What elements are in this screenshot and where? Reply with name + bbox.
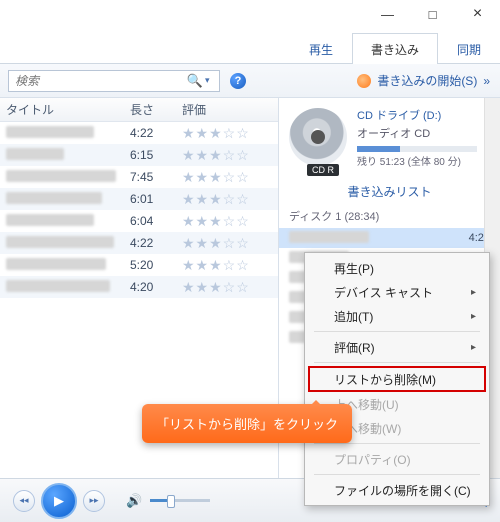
chevron-right-icon: »: [483, 74, 490, 88]
search-box[interactable]: 🔍 ▾: [8, 70, 220, 92]
cd-type-label: オーディオ CD: [357, 126, 492, 144]
ctx-separator: [314, 474, 480, 475]
instruction-callout: 「リストから削除」をクリック: [142, 404, 352, 443]
next-button[interactable]: ▸▸: [83, 490, 105, 512]
track-row[interactable]: 6:01★★★☆☆: [0, 188, 278, 210]
tab-play[interactable]: 再生: [290, 33, 352, 64]
search-input[interactable]: [9, 74, 185, 88]
track-row[interactable]: 6:15★★★☆☆: [0, 144, 278, 166]
col-length[interactable]: 長さ: [130, 101, 182, 118]
ctx-rate[interactable]: 評価(R)▸: [308, 335, 486, 359]
burn-disc-icon: [357, 74, 371, 88]
ctx-device-cast[interactable]: デバイス キャスト▸: [308, 280, 486, 304]
volume-slider[interactable]: [150, 499, 210, 502]
track-row[interactable]: 5:20★★★☆☆: [0, 254, 278, 276]
col-rating[interactable]: 評価: [182, 101, 278, 118]
maximize-button[interactable]: □: [410, 0, 455, 28]
col-title[interactable]: タイトル: [0, 101, 130, 118]
track-row[interactable]: 4:22★★★☆☆: [0, 122, 278, 144]
cd-drive-label: CD ドライブ (D:): [357, 108, 492, 126]
toolbar: 🔍 ▾ ? 書き込みの開始(S) »: [0, 64, 500, 98]
track-row[interactable]: 4:20★★★☆☆: [0, 276, 278, 298]
cd-drive-info: CD R CD ドライブ (D:) オーディオ CD 残り 51:23 (全体 …: [279, 98, 500, 179]
burn-list-item[interactable]: 4:22: [279, 228, 500, 248]
minimize-button[interactable]: —: [365, 0, 410, 28]
start-burn-label: 書き込みの開始(S): [377, 72, 477, 89]
search-icon[interactable]: 🔍: [185, 73, 205, 89]
main-tabs: 再生 書き込み 同期: [0, 30, 500, 64]
burn-list-header: 書き込みリスト: [279, 179, 500, 204]
ctx-separator: [314, 331, 480, 332]
search-dropdown-icon[interactable]: ▾: [205, 75, 219, 86]
ctx-play[interactable]: 再生(P): [308, 256, 486, 280]
disc-summary: ディスク 1 (28:34): [279, 204, 500, 228]
ctx-separator: [314, 362, 480, 363]
track-row[interactable]: 4:22★★★☆☆: [0, 232, 278, 254]
cd-remaining-label: 残り 51:23 (全体 80 分): [357, 155, 492, 171]
play-button[interactable]: ▶: [41, 483, 77, 519]
volume-icon[interactable]: 🔊: [126, 493, 142, 509]
ctx-open-location[interactable]: ファイルの場所を開く(C): [308, 478, 486, 502]
cdr-badge: CD R: [307, 164, 339, 176]
tab-sync[interactable]: 同期: [438, 33, 500, 64]
context-menu: 再生(P) デバイス キャスト▸ 追加(T)▸ 評価(R)▸ リストから削除(M…: [304, 252, 490, 506]
track-row[interactable]: 6:04★★★☆☆: [0, 210, 278, 232]
prev-button[interactable]: ◂◂: [13, 490, 35, 512]
close-button[interactable]: ×: [455, 0, 500, 28]
window-titlebar: — □ ×: [0, 0, 500, 30]
ctx-properties: プロパティ(O): [308, 447, 486, 471]
tab-burn[interactable]: 書き込み: [352, 33, 438, 64]
ctx-separator: [314, 443, 480, 444]
track-row[interactable]: 7:45★★★☆☆: [0, 166, 278, 188]
start-burn-button[interactable]: 書き込みの開始(S) »: [357, 72, 490, 89]
ctx-remove-from-list[interactable]: リストから削除(M): [308, 366, 486, 392]
column-headers: タイトル 長さ 評価: [0, 98, 278, 122]
cd-capacity-bar: [357, 146, 477, 152]
help-icon[interactable]: ?: [230, 73, 246, 89]
ctx-add[interactable]: 追加(T)▸: [308, 304, 486, 328]
disc-icon: [289, 108, 347, 166]
